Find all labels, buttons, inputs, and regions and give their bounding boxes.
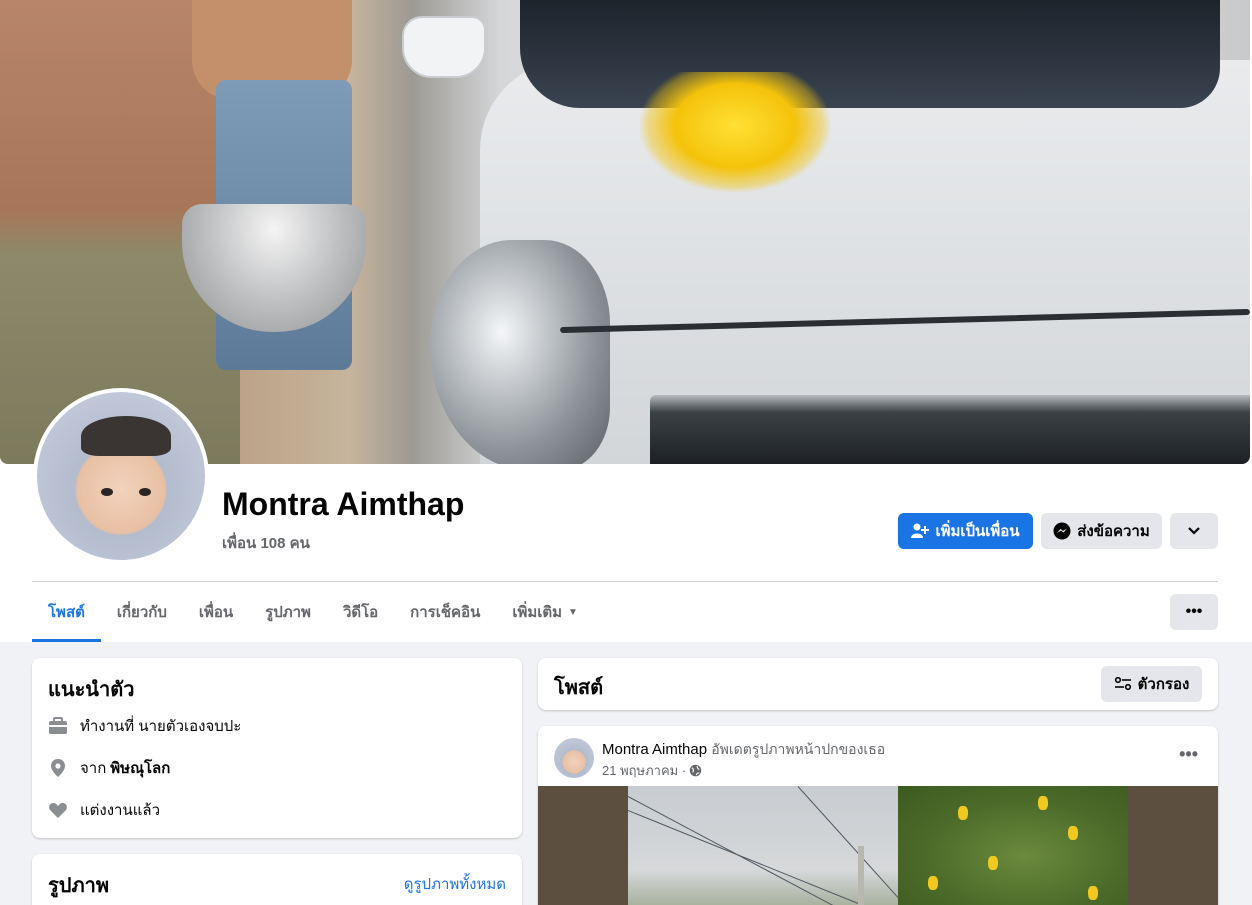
messenger-icon: [1053, 522, 1071, 540]
intro-card: แนะนำตัว ทำงานที่ นายตัวเองจบปะ จาก พิษณ…: [32, 658, 522, 838]
profile-picture[interactable]: [33, 388, 209, 564]
filter-icon: [1114, 676, 1131, 691]
profile-tabs: โพสต์ เกี่ยวกับ เพื่อน รูปภาพ วิดีโอ การ…: [32, 582, 594, 642]
message-label: ส่งข้อความ: [1077, 523, 1150, 540]
tab-about[interactable]: เกี่ยวกับ: [101, 582, 183, 642]
tab-posts[interactable]: โพสต์: [32, 582, 101, 642]
tab-videos[interactable]: วิดีโอ: [327, 582, 394, 642]
post-author-avatar[interactable]: [554, 738, 594, 778]
message-button[interactable]: ส่งข้อความ: [1041, 513, 1162, 549]
profile-header: Montra Aimthap เพื่อน 108 คน เพิ่มเป็นเพ…: [0, 0, 1252, 642]
add-friend-label: เพิ่มเป็นเพื่อน: [935, 523, 1020, 540]
intro-work: ทำงานที่ นายตัวเองจบปะ: [48, 714, 241, 738]
briefcase-icon: [49, 717, 67, 734]
add-friend-icon: [911, 523, 930, 538]
cover-photo[interactable]: [0, 0, 1250, 464]
post-card: Montra Aimthap อัพเดตรูปภาพหน้าปกของเธอ …: [538, 726, 1218, 905]
post-options-icon[interactable]: •••: [1179, 744, 1198, 765]
photos-title: รูปภาพ: [48, 875, 110, 897]
posts-title: โพสต์: [554, 677, 604, 699]
tab-photos[interactable]: รูปภาพ: [249, 582, 327, 642]
cover-flowers: [640, 72, 830, 192]
intro-title: แนะนำตัว: [48, 679, 135, 701]
intro-relationship: แต่งงานแล้ว: [48, 798, 160, 822]
intro-relationship-text: แต่งงานแล้ว: [80, 802, 161, 819]
post-action-text: อัพเดตรูปภาพหน้าปกของเธอ: [711, 741, 886, 757]
filter-label: ตัวกรอง: [1137, 676, 1190, 693]
intro-from-prefix: จาก: [80, 760, 107, 777]
more-dots-icon: •••: [1185, 603, 1203, 620]
intro-from: จาก พิษณุโลก: [48, 756, 170, 780]
tab-friends[interactable]: เพื่อน: [183, 582, 249, 642]
caret-down-icon: ▼: [568, 606, 578, 618]
post-header: Montra Aimthap อัพเดตรูปภาพหน้าปกของเธอ: [602, 739, 885, 761]
filter-button[interactable]: ตัวกรอง: [1101, 666, 1202, 702]
intro-from-place[interactable]: พิษณุโลก: [110, 756, 170, 780]
tab-more[interactable]: เพิ่มเติม ▼: [496, 582, 594, 642]
post-date[interactable]: 21 พฤษภาคม ·: [602, 760, 686, 781]
intro-work-text: ทำงานที่ นายตัวเองจบปะ: [80, 718, 242, 735]
post-meta: 21 พฤษภาคม ·: [602, 760, 702, 781]
more-actions-button[interactable]: [1170, 513, 1218, 549]
tab-checkins[interactable]: การเช็คอิน: [394, 582, 496, 642]
profile-options-button[interactable]: •••: [1170, 594, 1218, 630]
see-all-photos-link[interactable]: ดูรูปภาพทั้งหมด: [404, 872, 506, 896]
globe-icon: [689, 764, 702, 777]
photo-tree: [898, 786, 1128, 905]
heart-icon: [49, 803, 67, 818]
photos-card: รูปภาพ ดูรูปภาพทั้งหมด: [32, 854, 522, 905]
profile-name: Montra Aimthap: [222, 486, 465, 522]
location-pin-icon: [51, 759, 65, 777]
tab-more-label: เพิ่มเติม: [512, 604, 563, 621]
post-photo[interactable]: [538, 786, 1218, 905]
posts-header-card: โพสต์ ตัวกรอง: [538, 658, 1218, 710]
friends-count[interactable]: เพื่อน 108 คน: [222, 531, 310, 555]
chevron-down-icon: [1188, 527, 1200, 535]
post-author-name[interactable]: Montra Aimthap: [602, 741, 707, 758]
add-friend-button[interactable]: เพิ่มเป็นเพื่อน: [898, 513, 1033, 549]
